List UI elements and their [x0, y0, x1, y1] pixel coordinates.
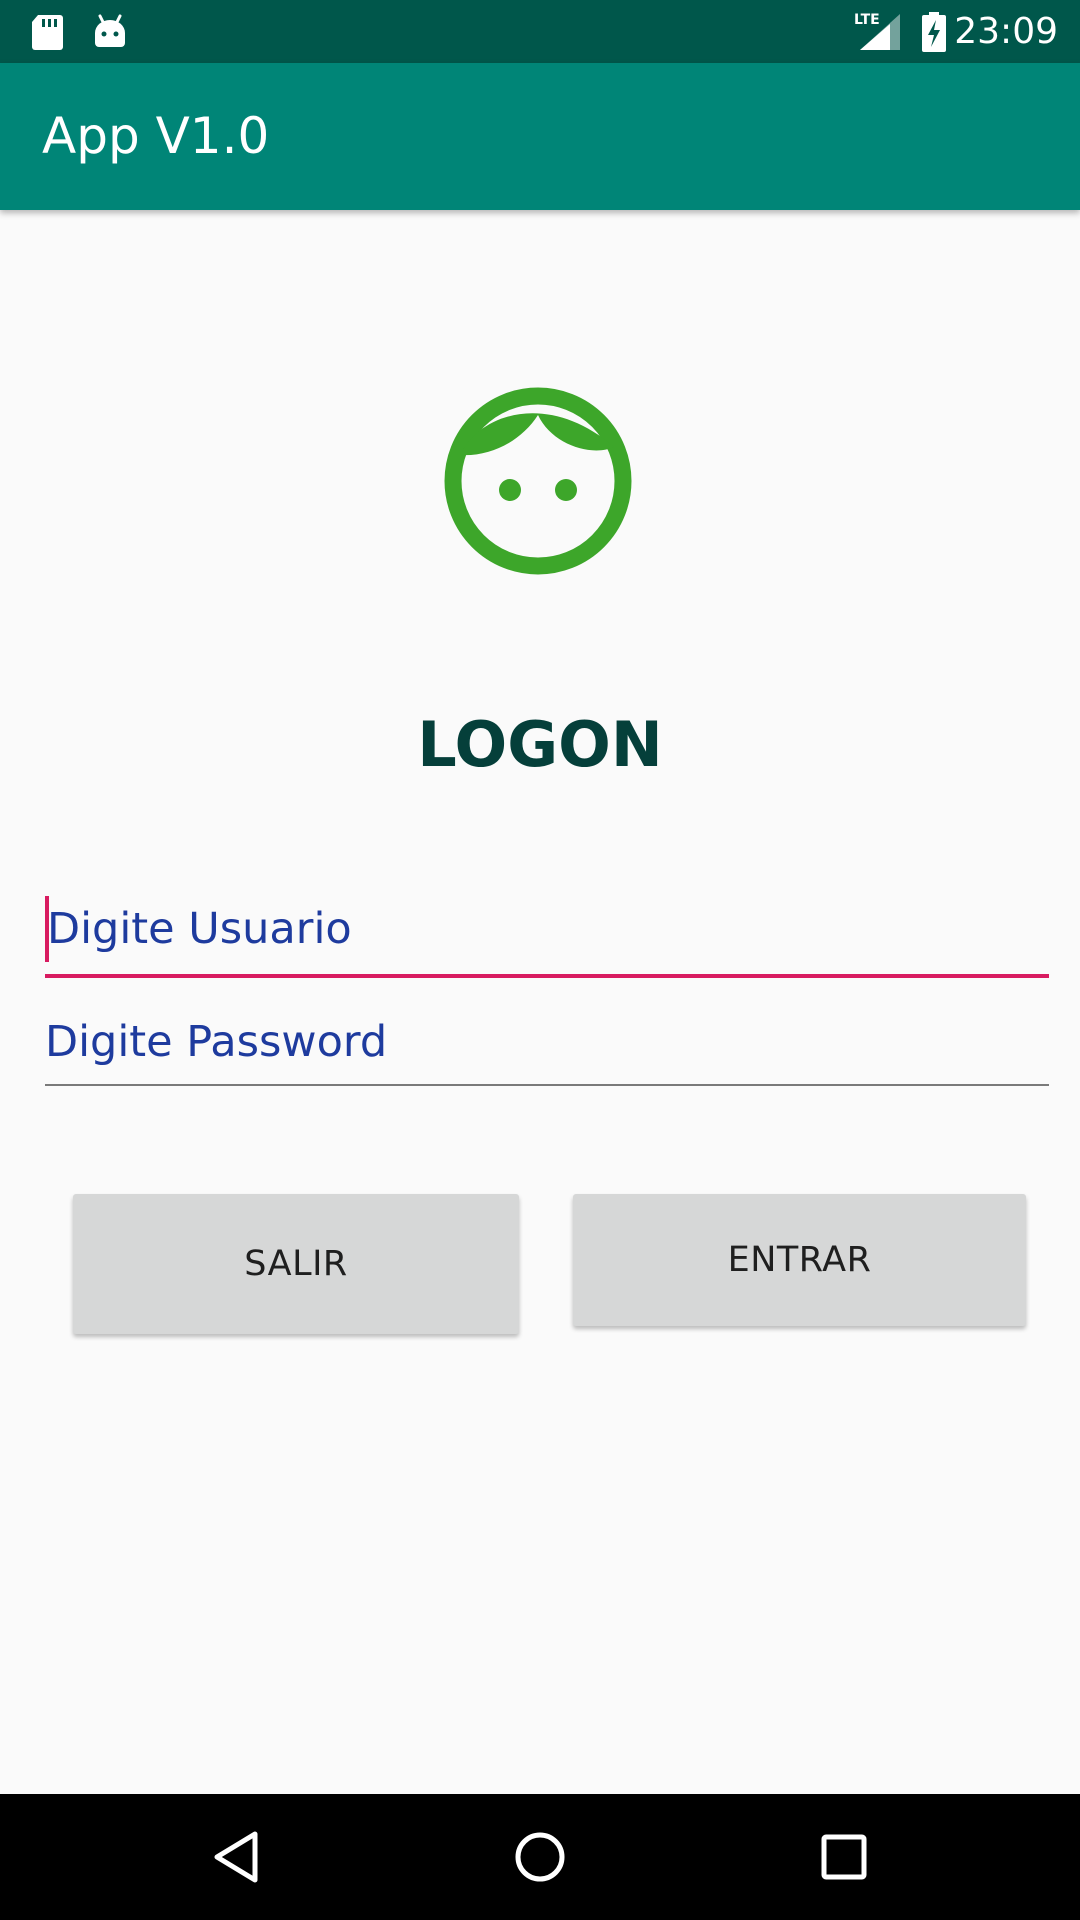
exit-button[interactable]: SALIR — [73, 1194, 519, 1334]
android-icon — [93, 0, 127, 63]
signal-icon: LTE — [852, 0, 902, 63]
password-field-container — [45, 1000, 1049, 1086]
home-icon[interactable] — [480, 1794, 600, 1920]
username-field-container — [45, 884, 1049, 978]
enter-button[interactable]: ENTRAR — [573, 1194, 1026, 1326]
app-title: App V1.0 — [42, 107, 270, 165]
recents-icon[interactable] — [784, 1794, 904, 1920]
username-input[interactable] — [45, 884, 1049, 974]
status-bar: LTE 23:09 — [0, 0, 1080, 63]
network-type-label: LTE — [854, 12, 880, 28]
text-cursor — [45, 896, 49, 962]
status-clock: 23:09 — [954, 11, 1058, 52]
password-input[interactable] — [45, 1000, 1049, 1084]
app-bar: App V1.0 — [0, 63, 1080, 210]
battery-charging-icon — [920, 0, 948, 63]
face-icon — [442, 385, 634, 577]
sd-card-icon — [30, 0, 64, 63]
page-title: LOGON — [417, 708, 663, 781]
navigation-bar — [0, 1794, 1080, 1920]
back-icon[interactable] — [176, 1794, 296, 1920]
